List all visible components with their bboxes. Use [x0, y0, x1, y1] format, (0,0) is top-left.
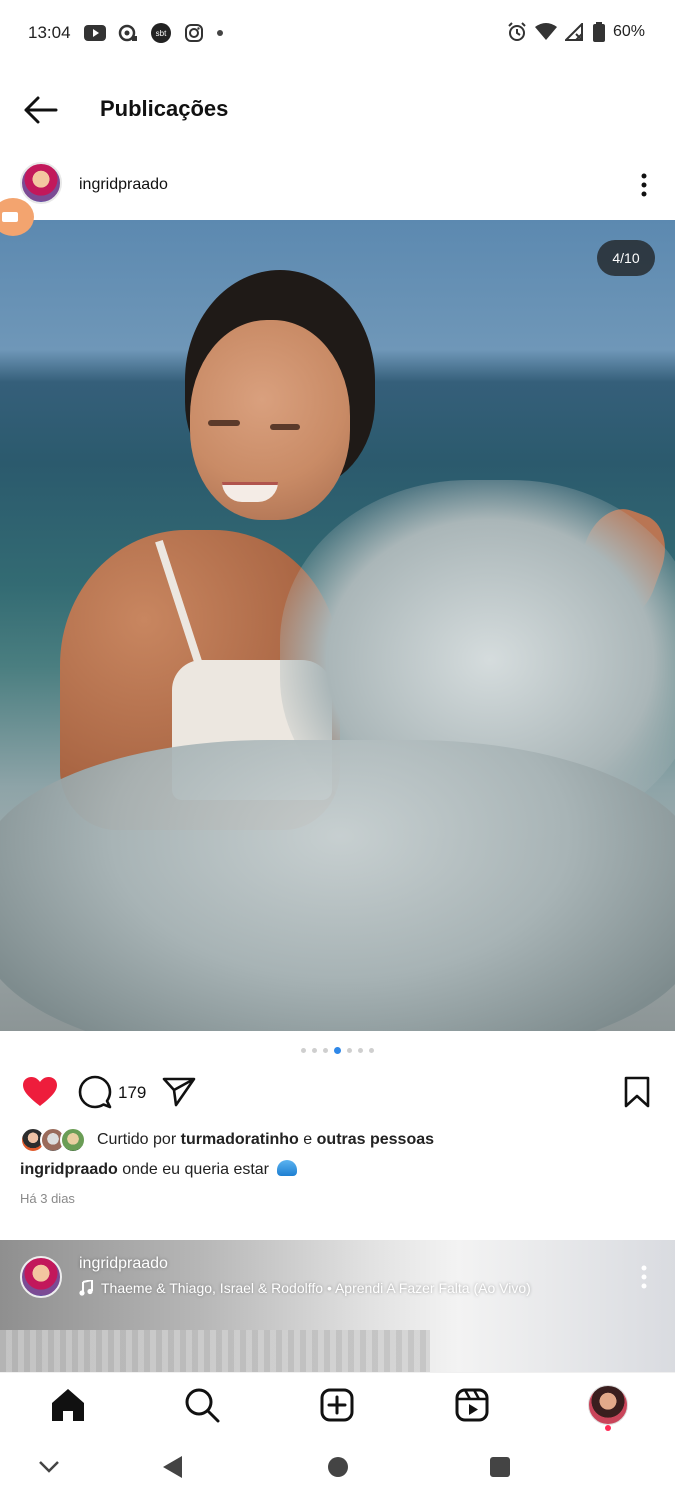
reels-icon[interactable] [452, 1385, 492, 1425]
like-heart-icon[interactable] [22, 1076, 58, 1108]
instagram-icon [185, 24, 203, 42]
music-note-icon [79, 1280, 93, 1296]
comment-count: 179 [118, 1083, 147, 1102]
recents-square-icon[interactable] [489, 1456, 511, 1478]
carousel-counter: 4/10 [597, 240, 655, 276]
wave-emoji-icon [277, 1160, 298, 1176]
next-post-avatar[interactable] [20, 1256, 62, 1298]
next-post-music-text: Thaeme & Thiago, Israel & Rodolffo • Apr… [101, 1280, 531, 1296]
status-bar: 13:04 sbt 60% [0, 0, 675, 66]
carousel-dot [369, 1048, 374, 1053]
photo-eye-shape [270, 424, 300, 430]
more-options-icon[interactable] [634, 172, 654, 198]
carousel-dot [347, 1048, 352, 1053]
video-camera-icon [2, 212, 18, 222]
back-arrow-icon[interactable] [22, 94, 58, 126]
system-navigation [0, 1438, 675, 1500]
carousel-dots [0, 1047, 675, 1054]
photo-foam-shape [0, 740, 675, 1031]
wifi-icon [534, 23, 557, 40]
post-caption: ingridpraado onde eu queria estar [20, 1160, 298, 1179]
post-actions: 179 [0, 1070, 675, 1114]
photo-eye-shape [208, 420, 240, 426]
bottom-navigation [0, 1372, 675, 1438]
likes-others[interactable]: outras pessoas [317, 1131, 434, 1148]
page-title: Publicações [100, 96, 229, 121]
search-icon[interactable] [182, 1385, 222, 1425]
liker-avatars [20, 1125, 90, 1155]
battery-icon [592, 22, 605, 42]
post-avatar[interactable] [20, 162, 62, 204]
carousel-dot [358, 1048, 363, 1053]
comment-icon[interactable] [78, 1075, 112, 1109]
podcast-icon [118, 24, 137, 42]
post-timestamp: Há 3 dias [20, 1191, 75, 1206]
battery-percent: 60% [612, 23, 645, 40]
profile-avatar[interactable] [588, 1385, 628, 1425]
page-header: Publicações [0, 80, 675, 140]
post-photo[interactable]: 4/10 [0, 220, 675, 1031]
likes-user[interactable]: turmadoratinho [181, 1131, 299, 1148]
post-username[interactable]: ingridpraado [79, 176, 168, 194]
likes-connector: e [303, 1131, 313, 1148]
carousel-dot [312, 1048, 317, 1053]
likes-text: Curtido por turmadoratinho e outras pess… [97, 1131, 434, 1149]
system-status-icons: 60% [507, 22, 645, 42]
next-post-more-icon[interactable] [634, 1264, 654, 1290]
home-icon[interactable] [48, 1385, 88, 1425]
back-triangle-icon[interactable] [162, 1455, 184, 1479]
save-bookmark-icon[interactable] [623, 1076, 651, 1108]
sbt-app-icon: sbt [151, 23, 171, 43]
carousel-dot [323, 1048, 328, 1053]
likes-prefix: Curtido por [97, 1131, 177, 1148]
home-circle-icon[interactable] [327, 1456, 349, 1478]
caption-username[interactable]: ingridpraado [20, 1161, 118, 1178]
notification-icons: sbt [84, 22, 224, 44]
next-post-username[interactable]: ingridpraado [79, 1255, 168, 1273]
chevron-down-icon[interactable] [38, 1460, 60, 1474]
liker-avatar [60, 1127, 86, 1153]
next-post-image-detail [0, 1330, 430, 1372]
share-send-icon[interactable] [162, 1076, 196, 1108]
svg-text:sbt: sbt [156, 29, 167, 38]
create-icon[interactable] [317, 1385, 357, 1425]
no-signal-icon [564, 23, 583, 41]
dot-icon [217, 30, 223, 36]
alarm-icon [508, 22, 526, 41]
youtube-icon [84, 25, 106, 41]
post-header: ingridpraado [0, 160, 675, 210]
likes-row[interactable]: Curtido por turmadoratinho e outras pess… [20, 1124, 434, 1156]
carousel-dot-active [334, 1047, 341, 1054]
profile-notification-dot [605, 1425, 611, 1431]
carousel-dot [301, 1048, 306, 1053]
next-post-preview[interactable]: ingridpraado Thaeme & Thiago, Israel & R… [0, 1240, 675, 1372]
caption-text: onde eu queria estar [122, 1161, 270, 1178]
next-post-music[interactable]: Thaeme & Thiago, Israel & Rodolffo • Apr… [79, 1280, 531, 1296]
status-time: 13:04 [28, 23, 71, 42]
